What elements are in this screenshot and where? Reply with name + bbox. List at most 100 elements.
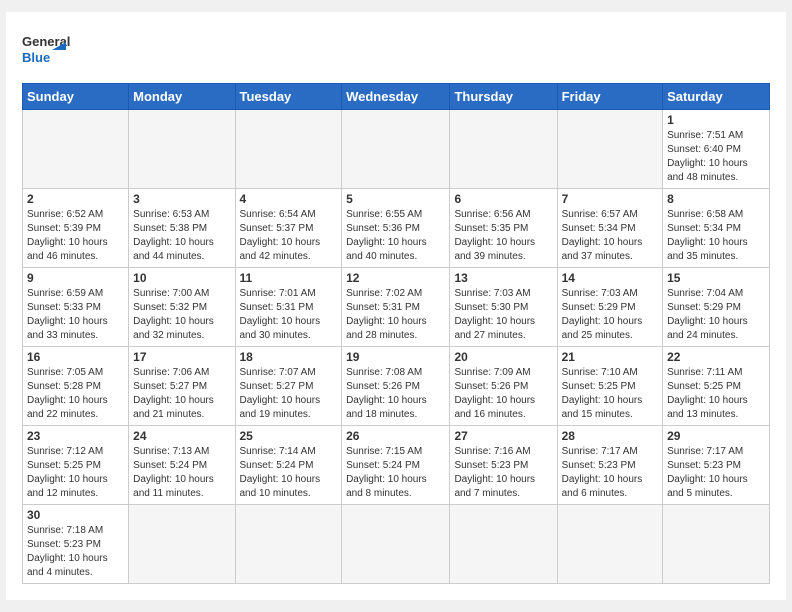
day-number: 4 — [240, 192, 338, 206]
day-number: 16 — [27, 350, 124, 364]
day-number: 21 — [562, 350, 658, 364]
day-number: 3 — [133, 192, 230, 206]
day-number: 30 — [27, 508, 124, 522]
day-info: Sunrise: 7:16 AM Sunset: 5:23 PM Dayligh… — [454, 445, 552, 501]
calendar-cell: 9 Sunrise: 6:59 AM Sunset: 5:33 PM Daylig… — [23, 268, 129, 347]
calendar-cell: 20 Sunrise: 7:09 AM Sunset: 5:26 PM Dayli… — [450, 347, 557, 426]
day-header-wednesday: Wednesday — [342, 84, 450, 110]
calendar-cell: 30 Sunrise: 7:18 AM Sunset: 5:23 PM Dayli… — [23, 505, 129, 584]
day-info: Sunrise: 6:52 AM Sunset: 5:39 PM Dayligh… — [27, 208, 124, 264]
day-info: Sunrise: 7:03 AM Sunset: 5:29 PM Dayligh… — [562, 287, 658, 343]
calendar-cell: 27 Sunrise: 7:16 AM Sunset: 5:23 PM Dayli… — [450, 426, 557, 505]
day-number: 1 — [667, 113, 765, 127]
calendar-week-4: 16 Sunrise: 7:05 AM Sunset: 5:28 PM Dayli… — [23, 347, 770, 426]
day-number: 12 — [346, 271, 445, 285]
day-number: 24 — [133, 429, 230, 443]
day-number: 22 — [667, 350, 765, 364]
calendar-cell: 25 Sunrise: 7:14 AM Sunset: 5:24 PM Dayli… — [235, 426, 342, 505]
calendar-cell — [450, 110, 557, 189]
day-info: Sunrise: 7:09 AM Sunset: 5:26 PM Dayligh… — [454, 366, 552, 422]
day-header-sunday: Sunday — [23, 84, 129, 110]
day-number: 15 — [667, 271, 765, 285]
calendar-cell: 2 Sunrise: 6:52 AM Sunset: 5:39 PM Daylig… — [23, 189, 129, 268]
day-info: Sunrise: 7:17 AM Sunset: 5:23 PM Dayligh… — [562, 445, 658, 501]
day-number: 25 — [240, 429, 338, 443]
calendar-cell: 24 Sunrise: 7:13 AM Sunset: 5:24 PM Dayli… — [129, 426, 235, 505]
day-number: 17 — [133, 350, 230, 364]
day-header-saturday: Saturday — [663, 84, 770, 110]
day-number: 27 — [454, 429, 552, 443]
day-number: 11 — [240, 271, 338, 285]
calendar-cell — [557, 505, 662, 584]
day-info: Sunrise: 6:53 AM Sunset: 5:38 PM Dayligh… — [133, 208, 230, 264]
calendar-cell: 26 Sunrise: 7:15 AM Sunset: 5:24 PM Dayli… — [342, 426, 450, 505]
day-info: Sunrise: 7:14 AM Sunset: 5:24 PM Dayligh… — [240, 445, 338, 501]
calendar-cell: 4 Sunrise: 6:54 AM Sunset: 5:37 PM Daylig… — [235, 189, 342, 268]
day-number: 7 — [562, 192, 658, 206]
day-info: Sunrise: 7:06 AM Sunset: 5:27 PM Dayligh… — [133, 366, 230, 422]
day-info: Sunrise: 7:18 AM Sunset: 5:23 PM Dayligh… — [27, 524, 124, 580]
calendar-cell: 15Sunrise: 7:04 AM Sunset: 5:29 PM Dayli… — [663, 268, 770, 347]
calendar-week-1: 1 Sunrise: 7:51 AM Sunset: 6:40 PM Daylig… — [23, 110, 770, 189]
calendar-cell: 22Sunrise: 7:11 AM Sunset: 5:25 PM Dayli… — [663, 347, 770, 426]
calendar-cell: 5Sunrise: 6:55 AM Sunset: 5:36 PM Daylig… — [342, 189, 450, 268]
day-number: 20 — [454, 350, 552, 364]
day-number: 2 — [27, 192, 124, 206]
calendar-cell: 11Sunrise: 7:01 AM Sunset: 5:31 PM Dayli… — [235, 268, 342, 347]
calendar-cell: 28 Sunrise: 7:17 AM Sunset: 5:23 PM Dayli… — [557, 426, 662, 505]
day-info: Sunrise: 7:15 AM Sunset: 5:24 PM Dayligh… — [346, 445, 445, 501]
day-number: 18 — [240, 350, 338, 364]
day-info: Sunrise: 7:02 AM Sunset: 5:31 PM Dayligh… — [346, 287, 445, 343]
calendar-cell: 1 Sunrise: 7:51 AM Sunset: 6:40 PM Daylig… — [663, 110, 770, 189]
header: General Blue — [22, 28, 770, 73]
day-number: 19 — [346, 350, 445, 364]
day-header-friday: Friday — [557, 84, 662, 110]
calendar-cell — [23, 110, 129, 189]
day-info: Sunrise: 7:00 AM Sunset: 5:32 PM Dayligh… — [133, 287, 230, 343]
day-info: Sunrise: 7:07 AM Sunset: 5:27 PM Dayligh… — [240, 366, 338, 422]
calendar-cell — [129, 110, 235, 189]
day-number: 23 — [27, 429, 124, 443]
day-header-tuesday: Tuesday — [235, 84, 342, 110]
day-info: Sunrise: 7:12 AM Sunset: 5:25 PM Dayligh… — [27, 445, 124, 501]
calendar-cell: 7Sunrise: 6:57 AM Sunset: 5:34 PM Daylig… — [557, 189, 662, 268]
day-number: 14 — [562, 271, 658, 285]
calendar-cell: 21Sunrise: 7:10 AM Sunset: 5:25 PM Dayli… — [557, 347, 662, 426]
calendar-cell: 10Sunrise: 7:00 AM Sunset: 5:32 PM Dayli… — [129, 268, 235, 347]
calendar-cell — [235, 505, 342, 584]
day-info: Sunrise: 6:58 AM Sunset: 5:34 PM Dayligh… — [667, 208, 765, 264]
calendar-cell: 19 Sunrise: 7:08 AM Sunset: 5:26 PM Dayli… — [342, 347, 450, 426]
calendar-cell: 23 Sunrise: 7:12 AM Sunset: 5:25 PM Dayli… — [23, 426, 129, 505]
day-info: Sunrise: 7:05 AM Sunset: 5:28 PM Dayligh… — [27, 366, 124, 422]
day-info: Sunrise: 6:59 AM Sunset: 5:33 PM Dayligh… — [27, 287, 124, 343]
calendar-cell: 17 Sunrise: 7:06 AM Sunset: 5:27 PM Dayli… — [129, 347, 235, 426]
calendar-cell: 14 Sunrise: 7:03 AM Sunset: 5:29 PM Dayli… — [557, 268, 662, 347]
calendar-table: SundayMondayTuesdayWednesdayThursdayFrid… — [22, 83, 770, 584]
svg-text:Blue: Blue — [22, 50, 50, 65]
day-info: Sunrise: 6:54 AM Sunset: 5:37 PM Dayligh… — [240, 208, 338, 264]
day-info: Sunrise: 6:56 AM Sunset: 5:35 PM Dayligh… — [454, 208, 552, 264]
day-number: 6 — [454, 192, 552, 206]
day-info: Sunrise: 7:08 AM Sunset: 5:26 PM Dayligh… — [346, 366, 445, 422]
calendar-cell — [450, 505, 557, 584]
day-number: 9 — [27, 271, 124, 285]
calendar-cell: 8Sunrise: 6:58 AM Sunset: 5:34 PM Daylig… — [663, 189, 770, 268]
calendar-cell: 3 Sunrise: 6:53 AM Sunset: 5:38 PM Daylig… — [129, 189, 235, 268]
day-number: 5 — [346, 192, 445, 206]
day-number: 26 — [346, 429, 445, 443]
calendar-cell: 6 Sunrise: 6:56 AM Sunset: 5:35 PM Daylig… — [450, 189, 557, 268]
calendar-week-2: 2 Sunrise: 6:52 AM Sunset: 5:39 PM Daylig… — [23, 189, 770, 268]
day-number: 28 — [562, 429, 658, 443]
calendar-cell — [557, 110, 662, 189]
day-info: Sunrise: 7:51 AM Sunset: 6:40 PM Dayligh… — [667, 129, 765, 185]
calendar-week-3: 9 Sunrise: 6:59 AM Sunset: 5:33 PM Daylig… — [23, 268, 770, 347]
day-number: 13 — [454, 271, 552, 285]
calendar-cell: 18 Sunrise: 7:07 AM Sunset: 5:27 PM Dayli… — [235, 347, 342, 426]
logo: General Blue — [22, 28, 72, 73]
day-number: 29 — [667, 429, 765, 443]
calendar-cell — [663, 505, 770, 584]
calendar-cell — [129, 505, 235, 584]
day-info: Sunrise: 7:13 AM Sunset: 5:24 PM Dayligh… — [133, 445, 230, 501]
calendar-cell: 29 Sunrise: 7:17 AM Sunset: 5:23 PM Dayli… — [663, 426, 770, 505]
day-info: Sunrise: 7:17 AM Sunset: 5:23 PM Dayligh… — [667, 445, 765, 501]
